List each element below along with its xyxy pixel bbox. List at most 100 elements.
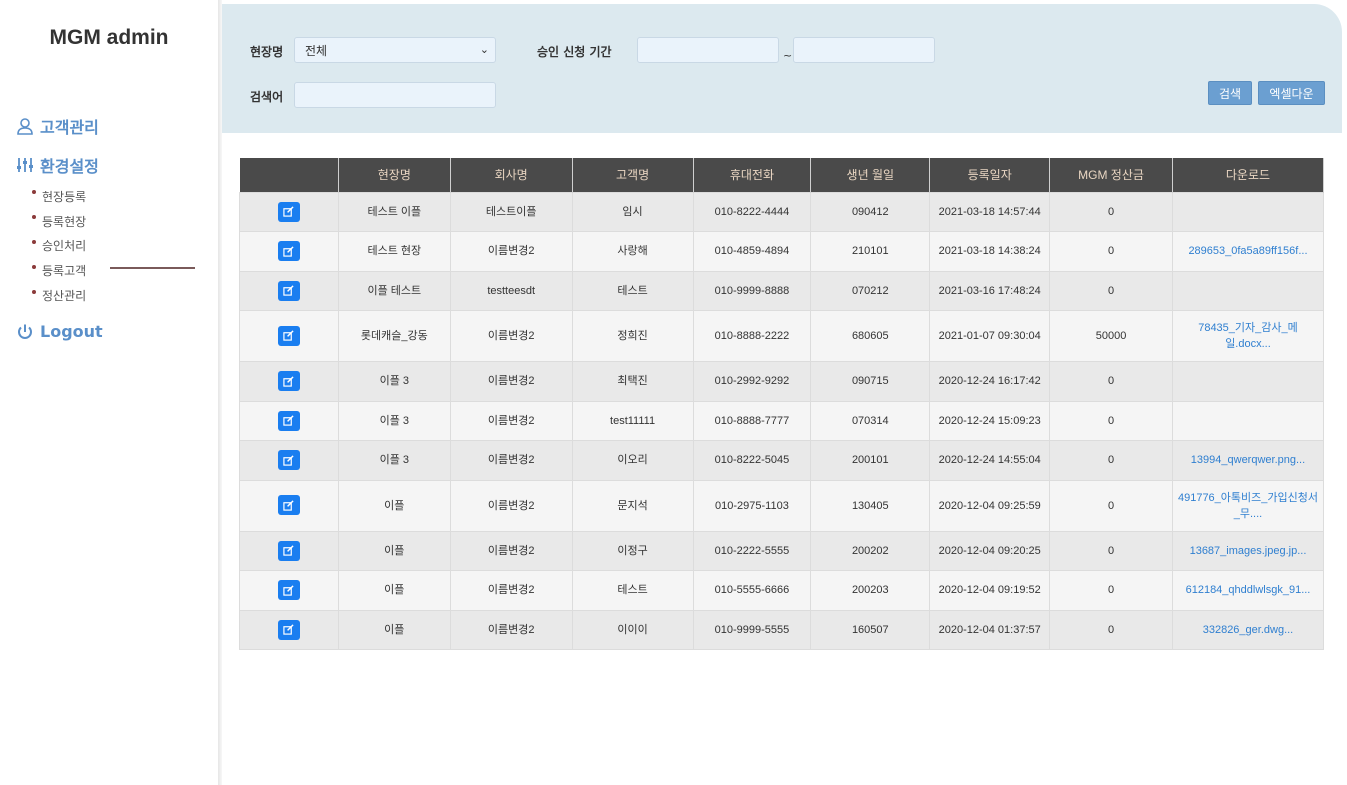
cell-company: 이름변경2 xyxy=(449,400,573,441)
cell-company: 테스트이플 xyxy=(449,191,573,232)
site-select[interactable]: 전체 ⌄ xyxy=(294,37,496,63)
logout-button[interactable]: Logout xyxy=(16,322,103,341)
keyword-input[interactable] xyxy=(294,82,496,108)
cell-birth: 200101 xyxy=(810,440,931,481)
col-header-site[interactable]: 현장명 xyxy=(338,158,451,192)
cell-date: 2020-12-04 09:25:59 xyxy=(929,479,1051,532)
cell-date: 2021-01-07 09:30:04 xyxy=(929,310,1051,362)
cell-date: 2021-03-16 17:48:24 xyxy=(929,270,1051,311)
download-link[interactable]: 491776_아톡비즈_가입신청서_무.... xyxy=(1178,492,1318,520)
cell-company: testteesdt xyxy=(449,270,573,311)
bullet-icon xyxy=(32,289,36,294)
table-header-row: 현장명 회사명 고객명 휴대전화 생년 월일 등록일자 MGM 정산금 다운로드 xyxy=(239,158,1325,192)
cell-date: 2020-12-24 16:17:42 xyxy=(929,361,1051,402)
col-header-company[interactable]: 회사명 xyxy=(450,158,573,192)
edit-icon xyxy=(283,285,295,296)
col-header-birth[interactable]: 생년 월일 xyxy=(810,158,931,192)
cell-date: 2020-12-04 09:20:25 xyxy=(929,530,1051,571)
table-row: 이플 이름변경2 이이이 010-9999-5555 160507 2020-1… xyxy=(239,609,1325,650)
cell-site: 테스트 현장 xyxy=(337,231,451,272)
cell-download: 332826_ger.dwg... xyxy=(1171,609,1325,650)
submenu-site-register[interactable]: 현장등록 xyxy=(32,184,86,209)
power-icon xyxy=(18,324,32,339)
cell-company: 이름변경2 xyxy=(449,310,573,362)
customer-table: 현장명 회사명 고객명 휴대전화 생년 월일 등록일자 MGM 정산금 다운로드… xyxy=(239,158,1325,650)
edit-button[interactable] xyxy=(277,201,300,222)
cell-phone: 010-2992-9292 xyxy=(692,361,812,402)
nav-settings-label: 환경설정 xyxy=(40,157,99,176)
edit-button[interactable] xyxy=(277,540,300,561)
table-row: 롯데캐슬_강동 이름변경2 정희진 010-8888-2222 680605 2… xyxy=(239,310,1325,362)
cell-download: 78435_기자_감사_메일.docx... xyxy=(1171,310,1325,362)
period-from-input[interactable] xyxy=(637,37,779,63)
nav-customer-management[interactable]: 고객관리 xyxy=(16,114,99,138)
edit-button[interactable] xyxy=(277,280,300,301)
cell-birth: 130405 xyxy=(810,479,931,532)
sliders-icon xyxy=(17,158,33,172)
cell-birth: 090412 xyxy=(810,191,931,232)
col-header-download[interactable]: 다운로드 xyxy=(1172,158,1325,192)
edit-button[interactable] xyxy=(277,241,300,261)
cell-amount: 0 xyxy=(1049,570,1173,611)
cell-site: 이플 3 xyxy=(337,400,451,441)
edit-icon xyxy=(283,500,295,511)
edit-button[interactable] xyxy=(277,580,300,600)
period-to-input[interactable] xyxy=(793,37,935,63)
col-header-date[interactable]: 등록일자 xyxy=(929,158,1051,192)
nav-settings[interactable]: 환경설정 xyxy=(16,153,99,177)
submenu-settlement[interactable]: 정산관리 xyxy=(32,283,86,308)
cell-customer: 임시 xyxy=(571,191,694,232)
excel-download-button[interactable]: 엑셀다운 xyxy=(1258,81,1325,105)
cell-amount: 0 xyxy=(1049,231,1173,272)
table-row: 이플 테스트 testteesdt 테스트 010-9999-8888 0702… xyxy=(239,270,1325,311)
submenu-approval[interactable]: 승인처리 xyxy=(32,234,86,259)
download-link[interactable]: 13687_images.jpeg.jp... xyxy=(1190,545,1307,557)
submenu-registered-sites[interactable]: 등록현장 xyxy=(32,209,86,234)
cell-download xyxy=(1171,191,1325,232)
edit-button[interactable] xyxy=(277,495,300,516)
edit-icon xyxy=(283,454,295,466)
keyword-label: 검색어 xyxy=(250,90,284,104)
edit-button[interactable] xyxy=(277,371,300,391)
edit-button[interactable] xyxy=(277,410,300,431)
cell-birth: 680605 xyxy=(810,310,931,362)
col-header-customer[interactable]: 고객명 xyxy=(572,158,694,192)
edit-button[interactable] xyxy=(277,450,300,470)
cell-customer: 문지석 xyxy=(571,479,694,532)
download-link[interactable]: 289653_0fa5a89ff156f... xyxy=(1188,245,1307,257)
settings-submenu: 현장등록 등록현장 승인처리 등록고객 정산관리 xyxy=(32,184,86,308)
edit-icon xyxy=(283,206,295,217)
table-row: 테스트 이플 테스트이플 임시 010-8222-4444 090412 202… xyxy=(239,191,1325,232)
cell-customer: 최택진 xyxy=(571,361,694,402)
sidebar: MGM admin 고객관리 환경설정 현장등록 등록현장 승인처리 등록고객 … xyxy=(0,0,218,785)
search-button[interactable]: 검색 xyxy=(1208,81,1252,105)
edit-button[interactable] xyxy=(277,619,300,640)
table-row: 이플 이름변경2 문지석 010-2975-1103 130405 2020-1… xyxy=(239,479,1325,532)
period-filter-label: 승인 신청 기간 xyxy=(537,45,612,59)
cell-company: 이름변경2 xyxy=(449,530,573,571)
cell-download: 289653_0fa5a89ff156f... xyxy=(1171,231,1325,272)
download-link[interactable]: 13994_qwerqwer.png... xyxy=(1191,454,1305,466)
cell-amount: 0 xyxy=(1049,609,1173,650)
submenu-registered-customers[interactable]: 등록고객 xyxy=(32,258,86,283)
col-header-amount[interactable]: MGM 정산금 xyxy=(1049,158,1173,192)
cell-customer: 이이이 xyxy=(571,609,694,650)
cell-date: 2021-03-18 14:57:44 xyxy=(929,191,1051,232)
cell-birth: 210101 xyxy=(810,231,931,272)
download-link[interactable]: 78435_기자_감사_메일.docx... xyxy=(1198,322,1298,350)
table-row: 이플 3 이름변경2 이오리 010-8222-5045 200101 2020… xyxy=(239,440,1325,481)
cell-amount: 50000 xyxy=(1049,310,1173,362)
edit-icon xyxy=(283,415,295,426)
user-icon xyxy=(17,118,33,135)
cell-download xyxy=(1171,400,1325,441)
download-link[interactable]: 612184_qhddlwlsgk_91... xyxy=(1186,584,1311,596)
cell-site: 이플 xyxy=(337,609,451,650)
cell-amount: 0 xyxy=(1049,191,1173,232)
cell-date: 2020-12-24 14:55:04 xyxy=(929,440,1051,481)
cell-phone: 010-8222-4444 xyxy=(692,191,812,232)
app-logo[interactable]: MGM admin xyxy=(0,26,218,50)
edit-button[interactable] xyxy=(277,325,300,346)
download-link[interactable]: 332826_ger.dwg... xyxy=(1203,624,1294,636)
col-header-phone[interactable]: 휴대전화 xyxy=(693,158,812,192)
table-row: 이플 이름변경2 이정구 010-2222-5555 200202 2020-1… xyxy=(239,530,1325,571)
